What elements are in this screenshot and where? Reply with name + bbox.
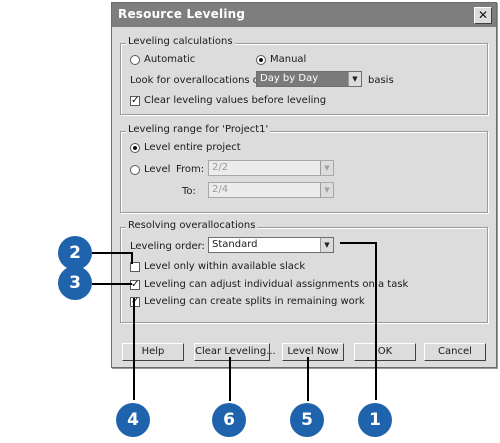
ok-button[interactable]: OK — [354, 343, 416, 361]
leveling-range-legend: Leveling range for 'Project1' — [126, 124, 271, 135]
from-date-field[interactable]: 2/2 ▼ — [208, 160, 334, 176]
level-range-radio[interactable] — [130, 165, 140, 175]
callout-2-leader — [92, 252, 132, 254]
look-for-overallocations-label: Look for overallocations on a — [130, 75, 275, 86]
help-button[interactable]: Help — [122, 343, 184, 361]
chevron-down-icon[interactable]: ▼ — [320, 238, 333, 252]
level-entire-project-radio[interactable] — [130, 143, 140, 153]
manual-label[interactable]: Manual — [270, 54, 306, 65]
basis-select[interactable]: Day by Day ▼ — [256, 71, 362, 87]
callout-2: 2 — [58, 236, 92, 270]
from-date-value: 2/2 — [212, 162, 229, 173]
cancel-button[interactable]: Cancel — [424, 343, 486, 361]
from-label: From: — [176, 164, 205, 175]
to-date-value: 2/4 — [212, 184, 229, 195]
callout-3: 3 — [58, 266, 92, 300]
callout-2-leader-drop — [131, 252, 133, 264]
resolving-overallocations-legend: Resolving overallocations — [126, 220, 258, 231]
create-splits-label[interactable]: Leveling can create splits in remaining … — [144, 296, 365, 307]
adjust-assignments-label[interactable]: Leveling can adjust individual assignmen… — [144, 279, 408, 290]
callout-3-leader — [92, 283, 132, 285]
automatic-radio[interactable] — [130, 55, 140, 65]
chevron-down-icon[interactable]: ▼ — [320, 183, 333, 197]
leveling-order-label: Leveling order: — [130, 241, 205, 252]
automatic-label[interactable]: Automatic — [144, 54, 195, 65]
callout-1-leader — [340, 242, 376, 244]
chevron-down-icon[interactable]: ▼ — [348, 72, 361, 86]
level-now-button[interactable]: Level Now — [282, 343, 344, 361]
basis-suffix-label: basis — [368, 75, 394, 86]
title-bar[interactable]: Resource Leveling ✕ — [112, 3, 496, 27]
chevron-down-icon[interactable]: ▼ — [320, 161, 333, 175]
create-splits-checkbox[interactable]: ✓ — [130, 297, 140, 307]
callout-5: 5 — [290, 403, 324, 437]
level-within-slack-label[interactable]: Level only within available slack — [144, 261, 305, 272]
leveling-calculations-legend: Leveling calculations — [126, 36, 235, 47]
clear-leveling-button[interactable]: Clear Leveling... — [194, 343, 276, 361]
to-label: To: — [182, 186, 196, 197]
resource-leveling-dialog: Resource Leveling ✕ Leveling calculation… — [111, 2, 497, 368]
manual-radio[interactable] — [256, 55, 266, 65]
close-icon[interactable]: ✕ — [474, 7, 492, 24]
leveling-order-select[interactable]: Standard ▼ — [208, 237, 334, 253]
callout-5-leader — [307, 357, 309, 401]
level-entire-project-label[interactable]: Level entire project — [144, 142, 241, 153]
callout-4-leader — [133, 298, 135, 400]
dialog-title: Resource Leveling — [118, 7, 246, 21]
basis-select-value: Day by Day — [260, 73, 319, 84]
leveling-order-value: Standard — [212, 239, 258, 250]
callout-4: 4 — [116, 403, 150, 437]
callout-6-leader — [229, 357, 231, 401]
to-date-field[interactable]: 2/4 ▼ — [208, 182, 334, 198]
level-range-label[interactable]: Level — [144, 164, 170, 175]
callout-1: 1 — [358, 403, 392, 437]
clear-values-checkbox[interactable]: ✓ — [130, 96, 140, 106]
callout-6: 6 — [212, 403, 246, 437]
adjust-assignments-checkbox[interactable]: ✓ — [130, 280, 140, 290]
clear-values-label[interactable]: Clear leveling values before leveling — [144, 95, 326, 106]
callout-1-leader-drop — [375, 242, 377, 400]
